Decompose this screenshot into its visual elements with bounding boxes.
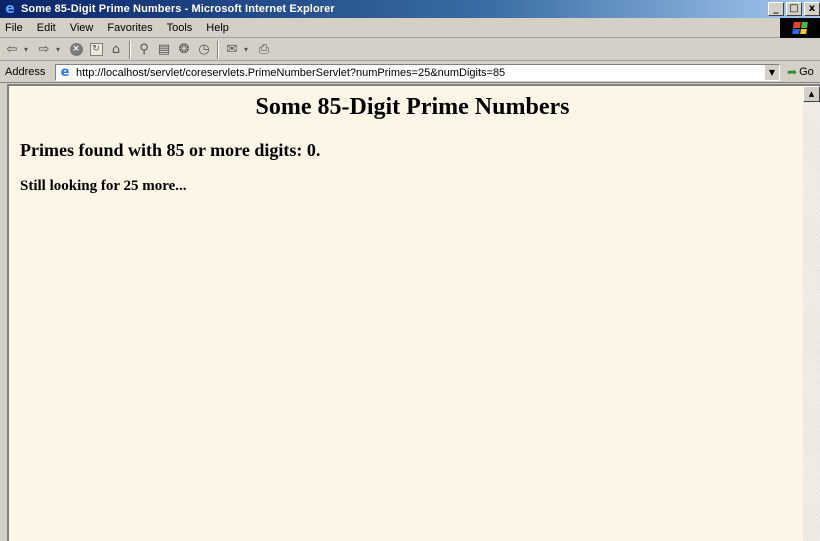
back-icon[interactable]: ⇦ [4, 42, 20, 58]
page-content: Some 85-Digit Prime Numbers Primes found… [9, 86, 805, 541]
page-viewport: Some 85-Digit Prime Numbers Primes found… [7, 84, 820, 541]
ie-icon: e [5, 1, 15, 17]
page-heading: Some 85-Digit Prime Numbers [255, 94, 570, 120]
mail-icon[interactable]: ✉ [224, 42, 240, 58]
menu-file[interactable]: File [0, 22, 30, 34]
toolbar-separator [217, 40, 219, 59]
windows-flag-icon [792, 22, 808, 34]
mail-dropdown-icon[interactable]: ▾ [244, 42, 250, 58]
print-icon[interactable]: ⎙ [256, 42, 272, 58]
go-button[interactable]: ➦ Go [787, 65, 814, 79]
address-url[interactable]: http://localhost/servlet/coreservlets.Pr… [76, 67, 505, 79]
window-title: Some 85-Digit Prime Numbers - Microsoft … [21, 3, 335, 15]
menu-view[interactable]: View [63, 22, 101, 34]
address-bar: Address e http://localhost/servlet/cores… [0, 62, 820, 83]
maximize-button[interactable]: □ [786, 2, 802, 16]
page-icon: e [60, 64, 70, 80]
address-dropdown-icon[interactable]: ▼ [764, 65, 779, 80]
search-icon[interactable]: ⚲ [136, 42, 152, 58]
window-controls: _ □ x [766, 2, 820, 16]
address-input[interactable]: e http://localhost/servlet/coreservlets.… [55, 64, 780, 81]
close-button[interactable]: x [804, 2, 820, 16]
scroll-up-arrow-icon[interactable]: ▲ [803, 86, 820, 102]
windows-logo [780, 18, 820, 38]
title-bar[interactable]: e Some 85-Digit Prime Numbers - Microsof… [0, 0, 820, 18]
favorites-icon[interactable]: ▤ [156, 42, 172, 58]
menu-help[interactable]: Help [199, 22, 236, 34]
menu-favorites[interactable]: Favorites [100, 22, 159, 34]
standard-toolbar: ⇦ ▾ ⇨ ▾ × ↻ ⌂ ⚲ ▤ ❂ ◷ ✉ ▾ ⎙ [0, 39, 820, 61]
menu-edit[interactable]: Edit [30, 22, 63, 34]
forward-icon[interactable]: ⇨ [36, 42, 52, 58]
primes-found-text: Primes found with 85 or more digits: 0. [20, 140, 321, 160]
refresh-icon[interactable]: ↻ [88, 42, 104, 58]
back-dropdown-icon[interactable]: ▾ [24, 42, 30, 58]
menu-tools[interactable]: Tools [160, 22, 200, 34]
stop-icon[interactable]: × [68, 42, 84, 58]
go-label: Go [799, 66, 814, 78]
still-looking-text: Still looking for 25 more... [20, 178, 187, 194]
media-icon[interactable]: ❂ [176, 42, 192, 58]
minimize-button[interactable]: _ [768, 2, 784, 16]
forward-dropdown-icon[interactable]: ▾ [56, 42, 62, 58]
address-label: Address [5, 66, 46, 78]
history-icon[interactable]: ◷ [196, 42, 212, 58]
go-arrow-icon: ➦ [787, 65, 798, 79]
home-icon[interactable]: ⌂ [108, 42, 124, 58]
toolbar-separator [129, 40, 131, 59]
menu-bar: File Edit View Favorites Tools Help [0, 18, 820, 38]
vertical-scrollbar[interactable]: ▲ [803, 86, 820, 541]
